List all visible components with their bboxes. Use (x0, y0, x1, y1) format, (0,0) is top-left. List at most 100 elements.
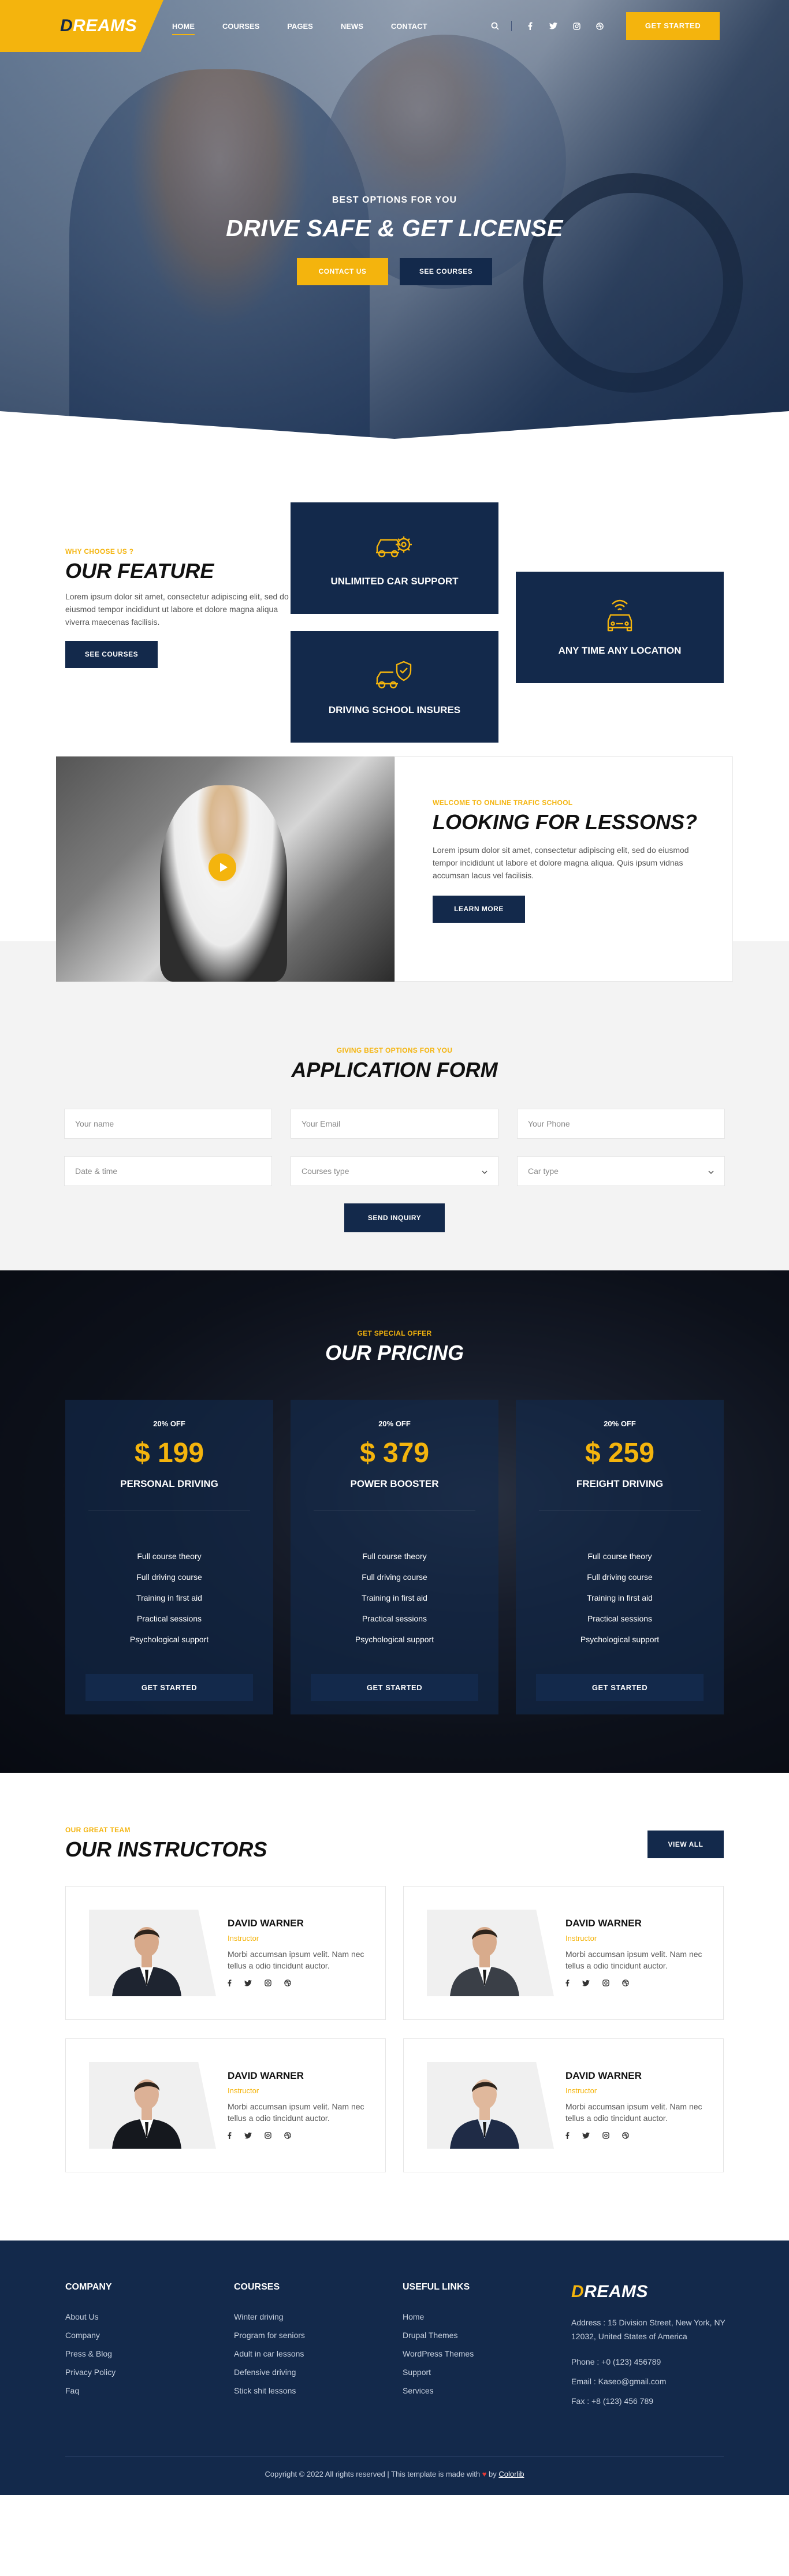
footer-link[interactable]: Services (403, 2381, 571, 2400)
instructor-description: Morbi accumsan ipsum velit. Nam nec tell… (228, 2102, 364, 2123)
twitter-icon[interactable] (582, 1979, 590, 1988)
search-icon[interactable] (490, 21, 500, 31)
plan-get-started-button[interactable]: GET STARTED (311, 1674, 478, 1701)
chevron-down-icon (482, 1166, 487, 1176)
nav-news[interactable]: NEWS (341, 18, 363, 34)
plan-get-started-button[interactable]: GET STARTED (85, 1674, 253, 1701)
contact-us-button[interactable]: CONTACT US (297, 258, 388, 285)
footer-link[interactable]: Faq (65, 2381, 234, 2400)
feature-card-location: ANY TIME ANY LOCATION (516, 572, 724, 683)
dribbble-icon[interactable] (284, 2132, 291, 2141)
facebook-icon[interactable] (565, 2132, 570, 2141)
footer-link[interactable]: Home (403, 2307, 571, 2326)
dribbble-icon[interactable] (284, 1979, 291, 1988)
instructor-portrait (450, 2079, 519, 2149)
plan-name: PERSONAL DRIVING (120, 1478, 218, 1489)
footer-link[interactable]: Winter driving (234, 2307, 403, 2326)
send-inquiry-button[interactable]: SEND INQUIRY (344, 1203, 445, 1232)
dribbble-icon[interactable] (595, 21, 604, 31)
feature-see-courses-button[interactable]: SEE COURSES (65, 641, 158, 668)
twitter-icon[interactable] (582, 2132, 590, 2141)
pricing-card-personal: 20% OFF $ 199 PERSONAL DRIVING Full cour… (65, 1400, 273, 1714)
instructor-role: Instructor (565, 1934, 597, 1943)
facebook-icon[interactable] (228, 1979, 232, 1988)
nav-contact[interactable]: CONTACT (391, 18, 427, 34)
hero-subtitle: BEST OPTIONS FOR YOU (332, 195, 457, 205)
nav-home[interactable]: HOME (172, 18, 195, 35)
instructor-description: Morbi accumsan ipsum velit. Nam nec tell… (228, 1949, 364, 1970)
header-divider (511, 21, 512, 31)
logo[interactable]: DREAMS (0, 0, 163, 52)
lesson-text: Lorem ipsum dolor sit amet, consectetur … (433, 845, 689, 880)
plan-get-started-button[interactable]: GET STARTED (536, 1674, 704, 1701)
logo-text: REAMS (73, 16, 137, 35)
instagram-icon[interactable] (602, 1979, 609, 1988)
hero-title: DRIVE SAFE & GET LICENSE (226, 215, 563, 241)
hero-section: BEST OPTIONS FOR YOU DRIVE SAFE & GET LI… (0, 0, 789, 439)
lesson-video-image (56, 756, 394, 982)
feature-card-label: DRIVING SCHOOL INSURES (328, 704, 461, 715)
footer-link[interactable]: Program for seniors (234, 2326, 403, 2344)
instructor-description: Morbi accumsan ipsum velit. Nam nec tell… (565, 1949, 702, 1970)
courses-type-select[interactable]: Courses type (291, 1156, 498, 1186)
instructor-role: Instructor (228, 2086, 259, 2095)
name-input[interactable]: Your name (64, 1109, 272, 1139)
twitter-icon[interactable] (244, 1979, 252, 1988)
instagram-icon[interactable] (572, 21, 581, 31)
nav-courses[interactable]: COURSES (222, 18, 259, 34)
plan-price: $ 199 (134, 1438, 204, 1468)
form-eyebrow: GIVING BEST OPTIONS FOR YOU (336, 1046, 453, 1054)
footer-link[interactable]: Privacy Policy (65, 2363, 234, 2381)
footer-link[interactable]: Defensive driving (234, 2363, 403, 2381)
plan-feature: Practical sessions (136, 1614, 202, 1623)
footer-link[interactable]: Company (65, 2326, 234, 2344)
application-form-section: GIVING BEST OPTIONS FOR YOU APPLICATION … (0, 1016, 789, 1270)
instructors-eyebrow: OUR GREAT TEAM (65, 1826, 131, 1834)
site-header: DREAMS HOME COURSES PAGES NEWS CONTACT G… (0, 0, 789, 52)
phone-input[interactable]: Your Phone (517, 1109, 725, 1139)
facebook-icon[interactable] (526, 21, 535, 31)
date-time-input[interactable]: Date & time (64, 1156, 272, 1186)
instructor-grid: DAVID WARNER Instructor Morbi accumsan ips… (65, 1886, 724, 2172)
footer-link[interactable]: Adult in car lessons (234, 2344, 403, 2363)
plan-feature: Training in first aid (136, 1593, 202, 1602)
play-video-button[interactable] (209, 853, 236, 881)
dribbble-icon[interactable] (622, 2132, 629, 2141)
nav-pages[interactable]: PAGES (287, 18, 313, 34)
footer-link[interactable]: Support (403, 2363, 571, 2381)
car-type-select[interactable]: Car type (517, 1156, 725, 1186)
view-all-button[interactable]: VIEW ALL (647, 1831, 724, 1858)
footer-link[interactable]: Press & Blog (65, 2344, 234, 2363)
pricing-card-power: 20% OFF $ 379 POWER BOOSTER Full course … (291, 1400, 498, 1714)
instructor-role: Instructor (565, 2086, 597, 2095)
instagram-icon[interactable] (602, 2132, 609, 2141)
instructor-card: DAVID WARNER Instructor Morbi accumsan ips… (403, 2038, 724, 2172)
footer-link[interactable]: Drupal Themes (403, 2326, 571, 2344)
feature-section: WHY CHOOSE US ? OUR FEATURE Lorem ipsum … (0, 439, 789, 756)
car-gear-icon (374, 530, 415, 563)
twitter-icon[interactable] (549, 21, 558, 31)
footer-logo[interactable]: DREAMS (571, 2282, 740, 2302)
facebook-icon[interactable] (228, 2132, 232, 2141)
footer-links-column: USEFUL LINKS Home Drupal Themes WordPres… (403, 2282, 571, 2406)
footer-link[interactable]: WordPress Themes (403, 2344, 571, 2363)
email-input[interactable]: Your Email (291, 1109, 498, 1139)
get-started-button[interactable]: GET STARTED (626, 12, 720, 40)
instagram-icon[interactable] (265, 1979, 271, 1988)
facebook-icon[interactable] (565, 1979, 570, 1988)
plan-feature: Psychological support (129, 1635, 209, 1644)
instructor-photo (89, 1910, 216, 1996)
twitter-icon[interactable] (244, 2132, 252, 2141)
footer-link[interactable]: About Us (65, 2307, 234, 2326)
footer-link[interactable]: Stick shit lessons (234, 2381, 403, 2400)
learn-more-button[interactable]: LEARN MORE (433, 896, 525, 923)
plan-feature: Full driving course (136, 1572, 202, 1582)
dribbble-icon[interactable] (622, 1979, 629, 1988)
instructor-name: DAVID WARNER (565, 2070, 642, 2081)
plan-feature: Training in first aid (362, 1593, 427, 1602)
feature-card-label: UNLIMITED CAR SUPPORT (330, 575, 459, 587)
instagram-icon[interactable] (265, 2132, 271, 2141)
author-link[interactable]: Colorlib (498, 2470, 524, 2478)
instructor-photo (427, 1910, 554, 1996)
see-courses-button[interactable]: SEE COURSES (400, 258, 492, 285)
